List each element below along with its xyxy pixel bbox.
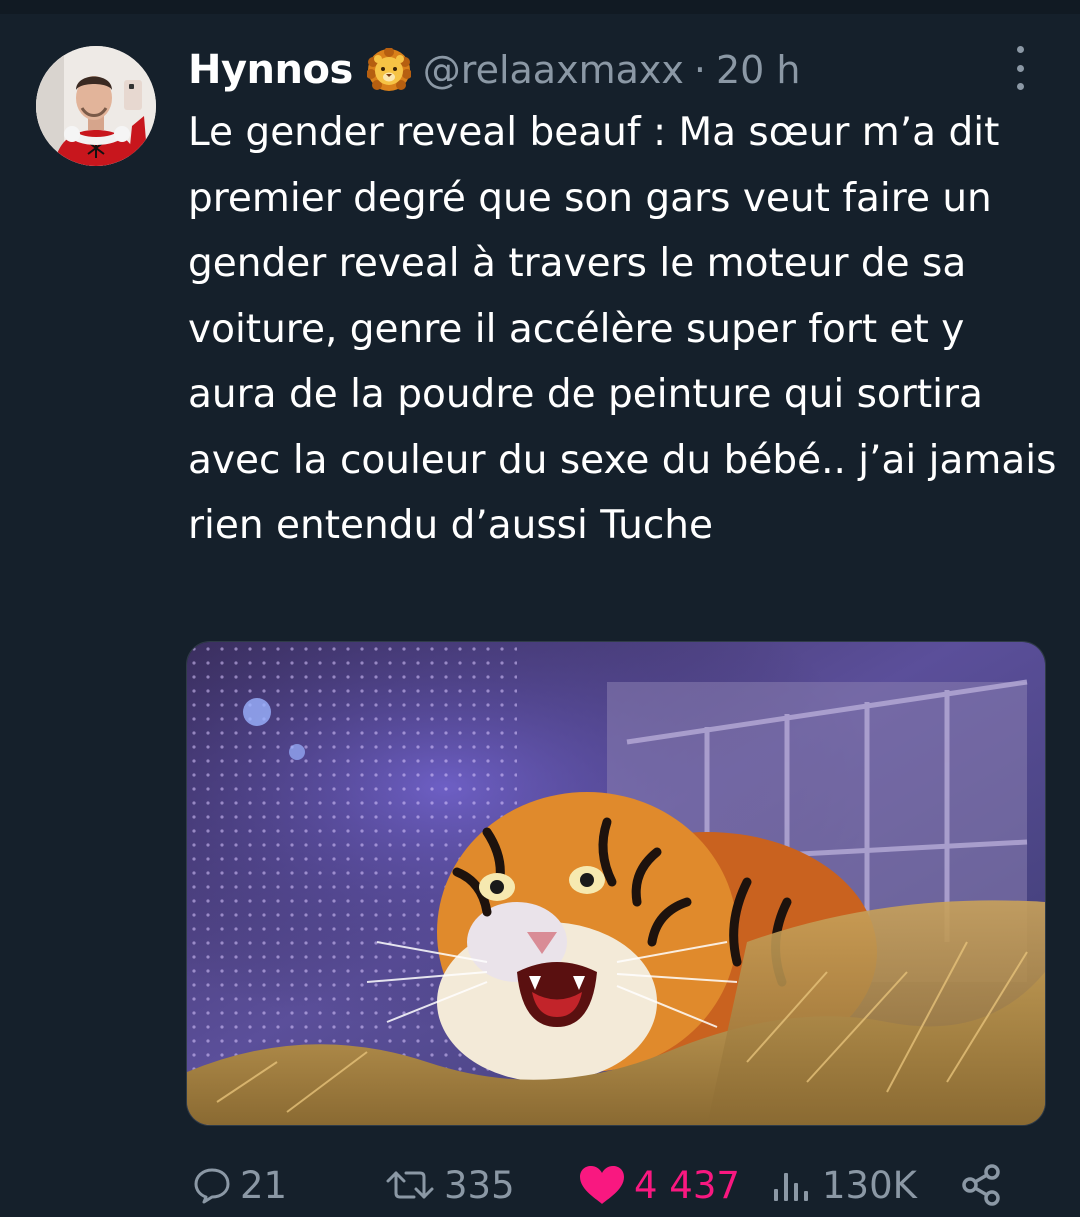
reply-icon (194, 1168, 230, 1204)
retweet-count: 335 (444, 1163, 515, 1207)
views-bar-chart-icon (774, 1173, 808, 1201)
reply-button[interactable]: 21 (192, 1155, 287, 1215)
meta-separator: · (693, 48, 706, 92)
tweet-header: Hynnos @relaaxmaxx · 20 h (188, 40, 801, 100)
views-button[interactable]: 130K (770, 1155, 917, 1215)
lion-face-icon (366, 48, 411, 91)
author-handle[interactable]: @relaaxmaxx (423, 48, 684, 92)
post-time[interactable]: 20 h (716, 48, 801, 92)
author-display-name[interactable]: Hynnos (188, 47, 353, 93)
tweet-text: Le gender reveal beauf : Ma sœur m’a dit… (188, 110, 1057, 548)
tweet-actions-bar: 21 335 4 437 130K (0, 1155, 1080, 1215)
like-count: 4 437 (634, 1163, 740, 1207)
avatar[interactable] (36, 46, 156, 166)
avatar-photo (36, 46, 156, 166)
retweet-button[interactable]: 335 (384, 1155, 515, 1215)
reply-count: 21 (240, 1163, 288, 1207)
more-options-icon[interactable] (1008, 46, 1032, 90)
share-button[interactable] (958, 1155, 1004, 1215)
views-count: 130K (822, 1163, 917, 1207)
share-icon (962, 1164, 1000, 1206)
tweet-media-image[interactable] (186, 641, 1046, 1126)
like-button[interactable]: 4 437 (578, 1155, 740, 1215)
retweet-icon (386, 1171, 434, 1199)
tiger-photo (187, 642, 1045, 1125)
heart-icon (580, 1166, 624, 1204)
top-divider (0, 0, 1080, 14)
